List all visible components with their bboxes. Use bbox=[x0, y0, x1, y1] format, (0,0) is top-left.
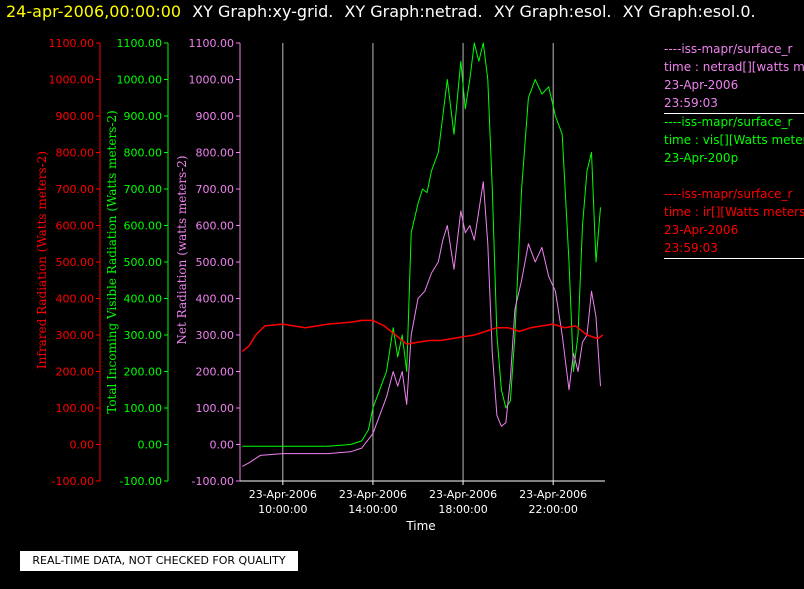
grid-lines bbox=[282, 43, 554, 481]
x-tick-label-date: 23-Apr-2006 bbox=[429, 488, 497, 501]
y-tick-label: 1100.00 bbox=[49, 37, 95, 50]
y-tick-label: 100.00 bbox=[196, 402, 235, 415]
y-tick-label: 200.00 bbox=[56, 366, 95, 379]
x-axis-label: Time bbox=[405, 519, 435, 533]
series-line-visible bbox=[242, 42, 601, 447]
series-line-net bbox=[242, 181, 601, 467]
y-tick-label: 300.00 bbox=[56, 329, 95, 342]
y-tick-label: 800.00 bbox=[124, 147, 163, 160]
y-tick-label: 700.00 bbox=[124, 183, 163, 196]
y-tick-label: 600.00 bbox=[196, 220, 235, 233]
x-tick-label-time: 10:00:00 bbox=[258, 503, 307, 516]
y-tick-label: 1100.00 bbox=[117, 37, 163, 50]
x-tick-label-date: 23-Apr-2006 bbox=[339, 488, 407, 501]
y-tick-label: 200.00 bbox=[124, 366, 163, 379]
y-tick-label: 700.00 bbox=[56, 183, 95, 196]
y-tick-label: 300.00 bbox=[124, 329, 163, 342]
y-tick-label: 100.00 bbox=[124, 402, 163, 415]
y-tick-label: 500.00 bbox=[196, 256, 235, 269]
y-tick-label: 1000.00 bbox=[117, 74, 163, 87]
y-tick-label: 900.00 bbox=[56, 110, 95, 123]
y-tick-label: 0.00 bbox=[210, 439, 235, 452]
y-tick-label: 800.00 bbox=[196, 147, 235, 160]
y-tick-label: -100.00 bbox=[52, 475, 94, 488]
y-tick-label: 600.00 bbox=[124, 220, 163, 233]
x-tick-label-date: 23-Apr-2006 bbox=[519, 488, 587, 501]
y-tick-label: 500.00 bbox=[124, 256, 163, 269]
y-tick-label: 400.00 bbox=[196, 293, 235, 306]
legend-separators bbox=[664, 40, 804, 260]
y-tick-label: 1000.00 bbox=[49, 74, 95, 87]
y-tick-label: 300.00 bbox=[196, 329, 235, 342]
y-tick-label: 400.00 bbox=[124, 293, 163, 306]
y-tick-label: 900.00 bbox=[196, 110, 235, 123]
y-tick-label: 500.00 bbox=[56, 256, 95, 269]
y-tick-label: 200.00 bbox=[196, 366, 235, 379]
y-tick-label: 1000.00 bbox=[189, 74, 235, 87]
legend-separator bbox=[664, 258, 804, 259]
y-tick-label: 100.00 bbox=[56, 402, 95, 415]
quality-notice: REAL-TIME DATA, NOT CHECKED FOR QUALITY bbox=[20, 551, 298, 571]
x-tick-label-time: 18:00:00 bbox=[438, 503, 487, 516]
y-tick-label: 0.00 bbox=[138, 439, 163, 452]
y-axis-label: Total Incoming Visible Radiation (Watts … bbox=[105, 110, 119, 414]
y-tick-label: 0.00 bbox=[70, 439, 95, 452]
y-tick-label: 900.00 bbox=[124, 110, 163, 123]
y-tick-label: -100.00 bbox=[192, 475, 234, 488]
y-tick-label: 600.00 bbox=[56, 220, 95, 233]
x-tick-label-time: 22:00:00 bbox=[528, 503, 577, 516]
tick-labels: -100.00 0.00 100.00 200.00 300.00 400.00 500.0… bbox=[35, 37, 587, 533]
series-line-infrared bbox=[241, 319, 604, 352]
axes bbox=[96, 42, 605, 485]
data-series bbox=[241, 42, 604, 467]
y-tick-label: 800.00 bbox=[56, 147, 95, 160]
y-tick-label: 400.00 bbox=[56, 293, 95, 306]
y-axis-label: Infrared Radiation (Watts meters-2) bbox=[35, 151, 49, 369]
y-axis-label: Net Radiation (watts meters-2) bbox=[175, 155, 189, 344]
legend-separator bbox=[664, 113, 804, 114]
y-tick-label: 700.00 bbox=[196, 183, 235, 196]
x-tick-label-date: 23-Apr-2006 bbox=[249, 488, 317, 501]
x-tick-label-time: 14:00:00 bbox=[348, 503, 397, 516]
y-tick-label: -100.00 bbox=[120, 475, 162, 488]
y-tick-label: 1100.00 bbox=[189, 37, 235, 50]
